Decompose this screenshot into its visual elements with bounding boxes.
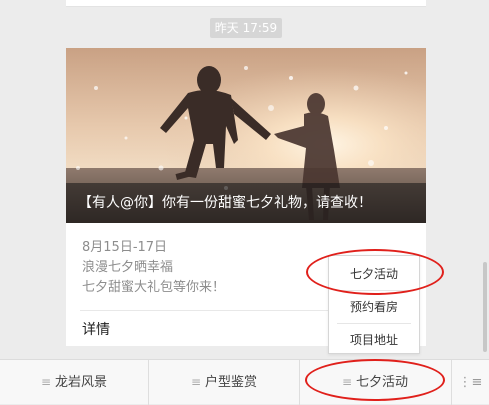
bottom-menu-bar: ≡ 龙岩风景 ≡ 户型鉴赏 ≡ 七夕活动 ⋮≡ [0, 359, 489, 405]
menu-item-qixi-event[interactable]: ≡ 七夕活动 [300, 360, 450, 405]
desc-line-tagline: 浪漫七夕晒幸福 [82, 260, 174, 275]
cover-image[interactable]: 【有人@你】你有一份甜蜜七夕礼物，请查收！ [66, 48, 426, 223]
menu-list-icon: ≡ [341, 375, 353, 389]
menu-list-icon: ≡ [40, 375, 52, 389]
details-link[interactable]: 详情 [82, 319, 110, 339]
menu-list-icon: ≡ [190, 375, 202, 389]
menu-item-floorplan[interactable]: ≡ 户型鉴赏 [149, 360, 299, 405]
menu-item-label: 龙岩风景 [55, 375, 108, 390]
scrollbar[interactable] [483, 262, 487, 352]
menu-item-longyan-scenery[interactable]: ≡ 龙岩风景 [0, 360, 148, 405]
desc-line-promo: 七夕甜蜜大礼包等你来！ [82, 280, 226, 295]
menu-item-label: 七夕活动 [356, 375, 409, 390]
submenu-popup: 七夕活动 预约看房 项目地址 [328, 255, 420, 354]
previous-message-card [66, 0, 426, 7]
cover-caption: 【有人@你】你有一份甜蜜七夕礼物，请查收！ [66, 183, 426, 223]
menu-item-label: 户型鉴赏 [205, 375, 258, 390]
submenu-item-project-address[interactable]: 项目地址 [329, 324, 419, 356]
submenu-item-book-viewing[interactable]: 预约看房 [329, 291, 419, 323]
article-description: 8月15日-17日 浪漫七夕晒幸福 七夕甜蜜大礼包等你来！ [82, 238, 302, 298]
submenu-item-qixi-event[interactable]: 七夕活动 [329, 258, 419, 290]
desc-line-date: 8月15日-17日 [82, 240, 168, 255]
chat-timestamp: 昨天 17:59 [210, 18, 282, 38]
keyboard-switch-icon[interactable]: ⋮≡ [452, 360, 489, 405]
